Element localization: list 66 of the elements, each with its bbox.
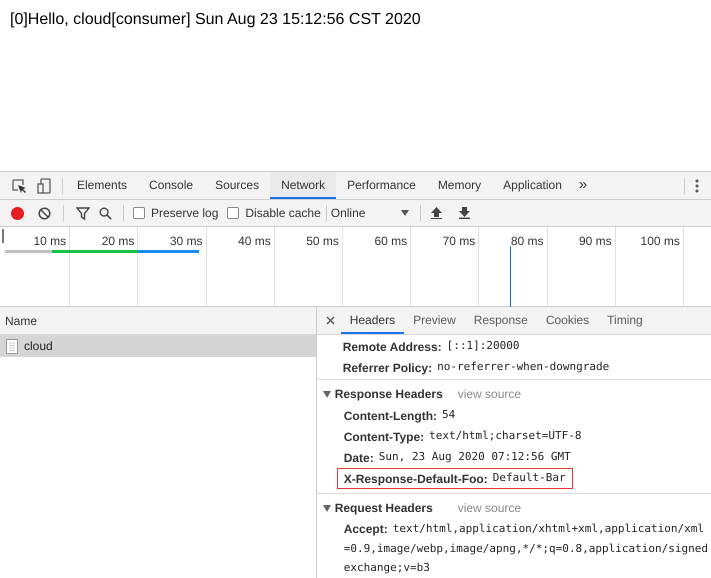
- dropdown-arrow-icon: [400, 210, 409, 216]
- upload-icon[interactable]: [430, 207, 442, 219]
- section-toggle[interactable]: Response Headers: [322, 385, 458, 403]
- header-name: Accept:: [344, 521, 388, 538]
- tick-label: 10 ms: [34, 234, 66, 248]
- tick-label: 100 ms: [640, 234, 680, 248]
- tick-label: 70 ms: [442, 234, 476, 248]
- tick-label: 30 ms: [170, 234, 203, 248]
- inspect-element-icon[interactable]: [11, 178, 27, 194]
- request-row[interactable]: cloud: [0, 335, 316, 357]
- load-event-marker: [510, 246, 511, 307]
- header-name: Date:: [344, 450, 374, 466]
- checkbox-label: Preserve log: [151, 205, 218, 222]
- header-name: Referrer Policy:: [342, 360, 432, 376]
- header-value: no-referrer-when-downgrade: [437, 359, 610, 376]
- header-value: Sun, 23 Aug 2020 07:12:56 GMT: [378, 449, 571, 466]
- panel-tab[interactable]: Performance: [336, 172, 427, 199]
- header-name: Content-Length:: [344, 408, 438, 424]
- panel-tab[interactable]: Sources: [204, 172, 270, 199]
- page-text: [0]Hello, cloud[consumer] Sun Aug 23 15:12:56 CST 2020: [10, 10, 422, 30]
- header-value: =0.9,image/webp,image/apng,*/*;q=0.8,application/signed: [342, 541, 708, 557]
- checkbox[interactable]: [133, 207, 145, 219]
- expanded-triangle-icon: [322, 504, 331, 512]
- view-source-link[interactable]: view source: [458, 499, 522, 517]
- tick-label: 20 ms: [102, 234, 134, 248]
- header-value: exchange;v=b3: [342, 560, 430, 576]
- download-icon[interactable]: [458, 207, 470, 219]
- detail-tab[interactable]: Preview: [404, 307, 465, 334]
- header-name: X-Response-Default-Foo:: [344, 470, 488, 488]
- panel-tab[interactable]: Elements: [66, 172, 138, 199]
- tick-label: 60 ms: [374, 234, 408, 248]
- view-source-link[interactable]: view source: [458, 385, 522, 403]
- header-value: text/html;charset=UTF-8: [429, 428, 582, 444]
- panel-tab[interactable]: Network: [270, 172, 336, 199]
- more-tabs-button[interactable]: »: [578, 174, 588, 197]
- header-value: text/html,application/xhtml+xml,application/xml: [392, 520, 704, 537]
- record-button[interactable]: [11, 206, 24, 220]
- tick-label: 90 ms: [579, 234, 612, 248]
- document-icon: [6, 338, 18, 354]
- detail-tab[interactable]: Headers: [340, 307, 404, 334]
- header-value: [::1]:20000: [446, 338, 520, 354]
- checkbox-label: Disable cache: [245, 205, 321, 222]
- panel-tab[interactable]: Application: [492, 172, 573, 199]
- detail-tab[interactable]: Timing: [598, 307, 652, 334]
- section-toggle[interactable]: Request Headers: [322, 499, 458, 517]
- tick-label: 40 ms: [238, 234, 271, 248]
- tick-label: 80 ms: [510, 234, 544, 248]
- detail-tab[interactable]: Cookies: [536, 307, 598, 334]
- tick-label: 50 ms: [306, 234, 339, 248]
- column-header[interactable]: Name: [0, 307, 316, 335]
- detail-tab[interactable]: Response: [464, 307, 537, 334]
- checkbox[interactable]: [227, 207, 240, 219]
- header-name: Remote Address:: [342, 338, 442, 356]
- menu-icon[interactable]: [695, 178, 699, 192]
- device-toolbar-icon[interactable]: [37, 178, 51, 194]
- filter-icon[interactable]: [76, 206, 90, 220]
- expanded-triangle-icon: [322, 390, 331, 398]
- search-icon[interactable]: [99, 206, 112, 220]
- header-value: 54: [442, 407, 456, 424]
- header-name: Content-Type:: [344, 428, 424, 446]
- clear-icon[interactable]: [38, 206, 51, 220]
- panel-tab[interactable]: Memory: [426, 172, 492, 199]
- throttling-dropdown[interactable]: Online: [330, 204, 409, 222]
- close-icon[interactable]: [326, 316, 335, 325]
- panel-tab[interactable]: Console: [138, 172, 204, 199]
- header-value: Default-Bar: [492, 470, 566, 486]
